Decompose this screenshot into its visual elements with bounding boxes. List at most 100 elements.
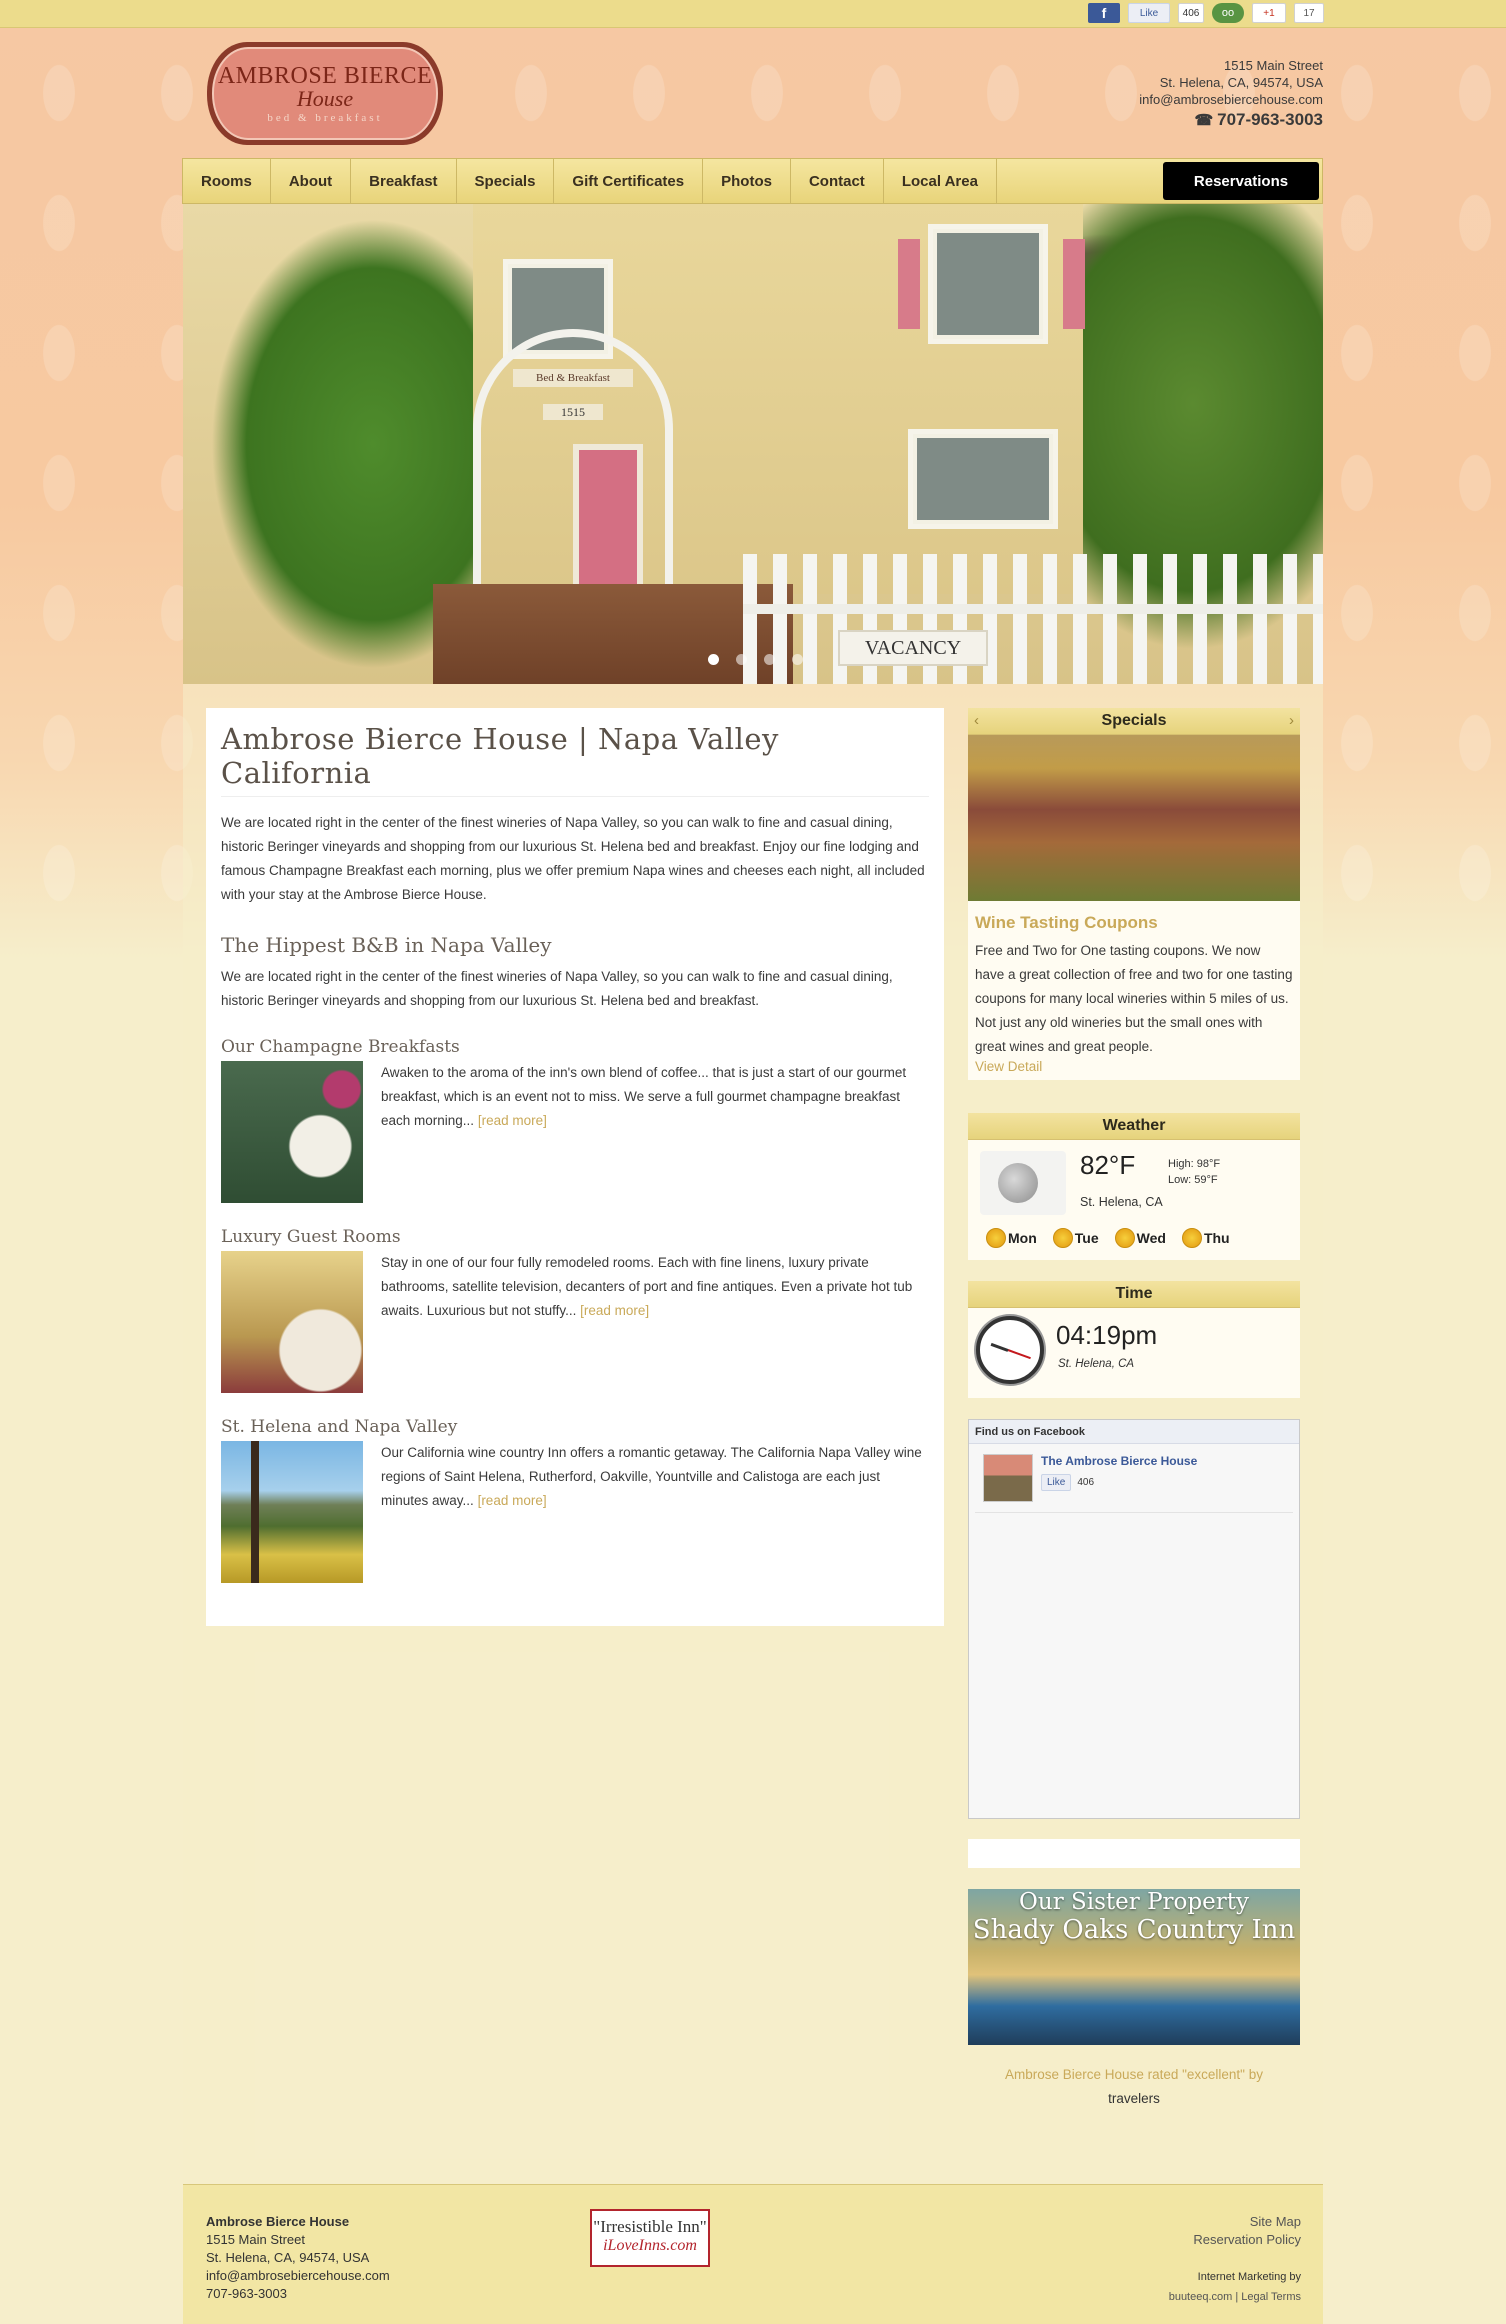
credit-links[interactable]: buuteeq.com | Legal Terms: [1169, 2287, 1301, 2307]
logo-badge: AMBROSE BIERCE House bed & breakfast: [212, 47, 438, 140]
nav-item-rooms[interactable]: Rooms: [183, 159, 271, 203]
forecast-day: Mon: [986, 1228, 1037, 1248]
forecast-day: Wed: [1114, 1228, 1166, 1248]
footer-email-link[interactable]: info@ambrosebiercehouse.com: [206, 2267, 1300, 2285]
guest-room-image[interactable]: [221, 1251, 363, 1393]
footer-credits: Internet Marketing by buuteeq.com | Lega…: [1169, 2267, 1301, 2307]
google-plus-button[interactable]: +1: [1252, 3, 1286, 23]
header-email-link[interactable]: info@ambrosebiercehouse.com: [1139, 91, 1323, 108]
tripadvisor-icon[interactable]: oo: [1212, 3, 1244, 23]
feature-title-rooms[interactable]: Luxury Guest Rooms: [221, 1227, 929, 1247]
special-title[interactable]: Wine Tasting Coupons: [975, 913, 1293, 933]
slide-dot[interactable]: [792, 654, 803, 665]
logo-subtitle: House: [296, 86, 354, 111]
shutter: [1063, 239, 1085, 329]
garden-path: [433, 584, 793, 684]
slideshow-dots: [708, 654, 803, 665]
view-detail-link[interactable]: View Detail: [975, 1059, 1293, 1074]
facebook-like-button[interactable]: Like: [1128, 3, 1170, 23]
breakfast-image[interactable]: [221, 1061, 363, 1203]
nav-item-breakfast[interactable]: Breakfast: [351, 159, 457, 203]
footer-street: 1515 Main Street: [206, 2232, 306, 2247]
marketing-credit: Internet Marketing by: [1197, 2271, 1301, 2283]
social-bar: f Like 406 oo +1 17: [0, 0, 1506, 28]
read-more-link[interactable]: [read more]: [580, 1303, 649, 1318]
sister-property-label: Our Sister Property: [1019, 1889, 1249, 1915]
header-contact: 1515 Main Street St. Helena, CA, 94574, …: [1139, 57, 1323, 129]
hero-slideshow[interactable]: Bed & Breakfast 1515 VACANCY: [183, 204, 1323, 684]
specials-widget: ‹ Specials › Wine Tasting Coupons Free a…: [968, 708, 1300, 1080]
site-map-link[interactable]: Site Map: [1169, 2213, 1301, 2231]
facebook-like-count: 406: [1077, 1477, 1095, 1488]
nav-item-contact[interactable]: Contact: [791, 159, 884, 203]
weather-forecast: Mon Tue Wed Thu: [986, 1228, 1230, 1248]
feature-rooms: Stay in one of our four fully remodeled …: [221, 1251, 929, 1393]
chevron-right-icon[interactable]: ›: [1289, 712, 1294, 729]
clock-icon: [976, 1316, 1044, 1384]
weather-high: High: 98°F: [1168, 1158, 1221, 1170]
sun-icon: [986, 1228, 1006, 1248]
nav-item-about[interactable]: About: [271, 159, 352, 203]
forecast-day-label: Thu: [1203, 1230, 1230, 1246]
header-address-street: 1515 Main Street: [1223, 58, 1323, 73]
footer-city: St. Helena, CA, 94574, USA: [206, 2250, 370, 2265]
rated-text-travelers: travelers: [1108, 2091, 1160, 2106]
weather-high-low: High: 98°F Low: 59°F: [1168, 1156, 1220, 1188]
nav-item-gift-certificates[interactable]: Gift Certificates: [554, 159, 704, 203]
forecast-day-label: Wed: [1136, 1230, 1166, 1246]
blank-widget: [968, 1839, 1300, 1868]
feature-title-breakfast[interactable]: Our Champagne Breakfasts: [221, 1037, 929, 1057]
weather-body: 82°F High: 98°F Low: 59°F St. Helena, CA…: [968, 1140, 1300, 1260]
read-more-link[interactable]: [read more]: [478, 1113, 547, 1128]
special-description: Free and Two for One tasting coupons. We…: [975, 943, 1293, 1054]
nav-item-photos[interactable]: Photos: [703, 159, 791, 203]
weather-low: Low: 59°F: [1168, 1174, 1218, 1186]
forecast-day: Thu: [1181, 1228, 1230, 1248]
facebook-widget-heading: Find us on Facebook: [969, 1420, 1299, 1444]
time-heading: Time: [968, 1281, 1300, 1308]
garden-arch: [473, 329, 673, 589]
slide-dot[interactable]: [764, 654, 775, 665]
moon-icon: [980, 1151, 1066, 1215]
facebook-icon[interactable]: f: [1088, 3, 1120, 23]
slide-dot[interactable]: [708, 654, 719, 665]
section-heading: The Hippest B&B in Napa Valley: [221, 933, 552, 957]
sister-property-name: Shady Oaks Country Inn: [972, 1915, 1296, 1945]
forecast-day-label: Mon: [1008, 1230, 1037, 1246]
nav-item-local-area[interactable]: Local Area: [884, 159, 997, 203]
feature-description: Our California wine country Inn offers a…: [381, 1445, 922, 1508]
weather-location: St. Helena, CA: [1080, 1195, 1163, 1209]
facebook-page-link[interactable]: The Ambrose Bierce House: [1041, 1454, 1197, 1468]
forecast-day-label: Tue: [1074, 1230, 1099, 1246]
facebook-like-button[interactable]: Like: [1041, 1474, 1072, 1491]
chevron-left-icon[interactable]: ‹: [974, 712, 979, 729]
vineyard-image[interactable]: [968, 735, 1300, 901]
feature-title-valley[interactable]: St. Helena and Napa Valley: [221, 1417, 929, 1437]
weather-heading: Weather: [968, 1113, 1300, 1140]
logo-tagline: bed & breakfast: [267, 112, 383, 124]
facebook-like-row: Like 406: [1041, 1474, 1197, 1491]
section-text: We are located right in the center of th…: [221, 969, 893, 1008]
feature-text: Stay in one of our four fully remodeled …: [381, 1251, 929, 1393]
site-logo[interactable]: AMBROSE BIERCE House bed & breakfast: [207, 42, 443, 145]
reservation-policy-link[interactable]: Reservation Policy: [1169, 2231, 1301, 2249]
reservations-button[interactable]: Reservations: [1163, 162, 1319, 200]
facebook-page-row: The Ambrose Bierce House Like 406: [975, 1444, 1293, 1513]
time-widget: Time 04:19pm St. Helena, CA: [968, 1281, 1300, 1398]
time-location: St. Helena, CA: [1058, 1358, 1135, 1370]
facebook-page-info: The Ambrose Bierce House Like 406: [1041, 1454, 1197, 1502]
read-more-link[interactable]: [read more]: [478, 1493, 547, 1508]
slide-dot[interactable]: [736, 654, 747, 665]
iloveinns-badge[interactable]: "Irresistible Inn" iLoveInns.com: [590, 2209, 710, 2267]
rated-text: rated "excellent" by: [1143, 2067, 1263, 2082]
napa-valley-image[interactable]: [221, 1441, 363, 1583]
sister-property-banner[interactable]: Our Sister Property Shady Oaks Country I…: [968, 1889, 1300, 2045]
facebook-page-thumbnail[interactable]: [983, 1454, 1033, 1502]
specials-body: Wine Tasting Coupons Free and Two for On…: [968, 735, 1300, 1080]
specials-header: ‹ Specials ›: [968, 708, 1300, 735]
nav-item-specials[interactable]: Specials: [457, 159, 555, 203]
site-footer: Ambrose Bierce House 1515 Main Street St…: [183, 2184, 1323, 2324]
specials-heading: Specials: [1101, 712, 1167, 729]
badge-site: iLoveInns.com: [603, 2237, 697, 2254]
rated-property-link[interactable]: Ambrose Bierce House: [1005, 2067, 1144, 2082]
